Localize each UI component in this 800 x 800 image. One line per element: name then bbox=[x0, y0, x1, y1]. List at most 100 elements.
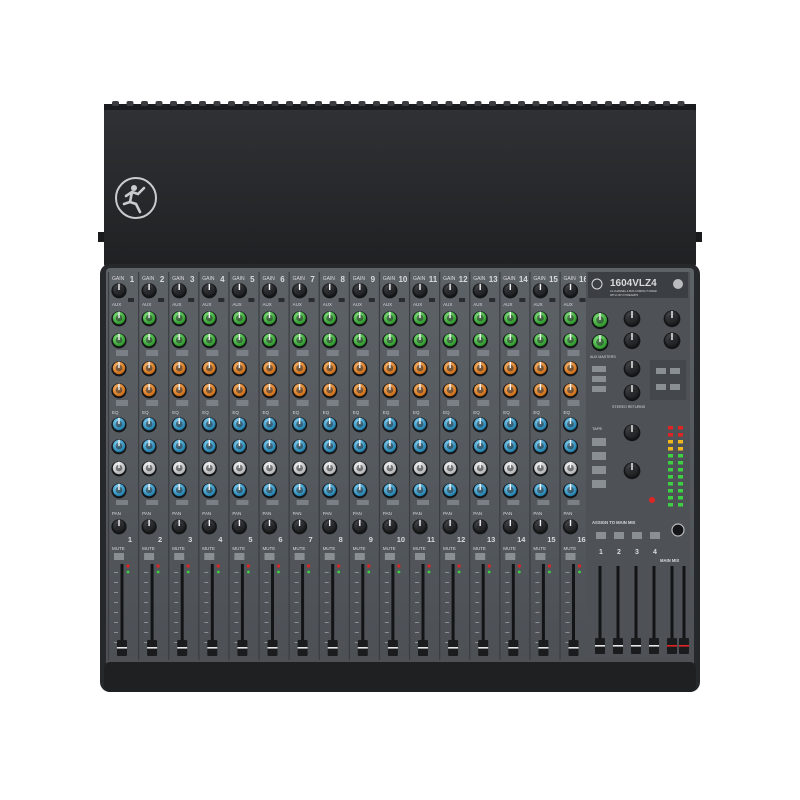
eq-high-knob[interactable] bbox=[171, 417, 187, 433]
eq-low-knob[interactable] bbox=[231, 483, 247, 499]
mute-button[interactable] bbox=[204, 553, 215, 560]
gain-knob[interactable] bbox=[141, 283, 157, 299]
eq-mid-knob[interactable] bbox=[442, 439, 458, 455]
aux-switch[interactable] bbox=[592, 376, 606, 382]
mute-button[interactable] bbox=[475, 553, 486, 560]
eq-freq-knob[interactable] bbox=[261, 461, 278, 477]
aux-green-knob-1[interactable] bbox=[472, 311, 488, 327]
subgroup-fader[interactable] bbox=[613, 638, 623, 654]
pan-knob[interactable] bbox=[322, 519, 338, 535]
aux-green-knob-2[interactable] bbox=[292, 333, 308, 349]
eq-low-knob[interactable] bbox=[382, 483, 398, 499]
mute-button[interactable] bbox=[114, 553, 124, 560]
eq-mid-knob[interactable] bbox=[412, 439, 428, 455]
aux-orange-knob-1[interactable] bbox=[442, 361, 458, 377]
gain-knob[interactable] bbox=[201, 283, 217, 299]
aux-green-knob-1[interactable] bbox=[382, 311, 398, 327]
eq-high-knob[interactable] bbox=[141, 417, 157, 433]
aux-orange-knob-1[interactable] bbox=[322, 361, 338, 377]
aux-orange-knob-1[interactable] bbox=[502, 361, 518, 377]
eq-freq-knob[interactable] bbox=[412, 461, 428, 477]
gain-knob[interactable] bbox=[171, 283, 187, 299]
subgroup-assign-button[interactable] bbox=[614, 532, 624, 539]
aux-orange-knob-2[interactable] bbox=[562, 383, 579, 399]
gain-knob[interactable] bbox=[322, 283, 338, 299]
aux-green-knob-1[interactable] bbox=[111, 311, 127, 327]
aux-green-knob-1[interactable] bbox=[261, 311, 278, 327]
pan-knob[interactable] bbox=[292, 519, 308, 535]
eq-low-knob[interactable] bbox=[412, 483, 428, 499]
pan-knob[interactable] bbox=[141, 519, 157, 535]
eq-high-knob[interactable] bbox=[201, 417, 217, 433]
eq-mid-knob[interactable] bbox=[472, 439, 488, 455]
subgroup-assign-button[interactable] bbox=[596, 532, 606, 539]
eq-freq-knob[interactable] bbox=[352, 461, 368, 477]
aux-switch[interactable] bbox=[592, 366, 606, 372]
eq-mid-knob[interactable] bbox=[532, 439, 549, 455]
eq-high-knob[interactable] bbox=[382, 417, 398, 433]
eq-low-knob[interactable] bbox=[472, 483, 488, 499]
aux-return-knob-2[interactable] bbox=[663, 332, 681, 350]
channel-fader[interactable] bbox=[117, 640, 127, 656]
pan-knob[interactable] bbox=[382, 519, 398, 535]
return-switch-2[interactable] bbox=[670, 368, 680, 374]
subgroup-fader[interactable] bbox=[595, 638, 605, 654]
channel-fader[interactable] bbox=[267, 640, 278, 656]
eq-low-knob[interactable] bbox=[442, 483, 458, 499]
eq-low-knob[interactable] bbox=[532, 483, 549, 499]
aux-master-knob-1[interactable] bbox=[591, 312, 609, 330]
mute-button[interactable] bbox=[445, 553, 456, 560]
aux-green-knob-1[interactable] bbox=[322, 311, 338, 327]
aux-green-knob-1[interactable] bbox=[231, 311, 247, 327]
aux-green-knob-1[interactable] bbox=[141, 311, 157, 327]
main-mix-fader[interactable] bbox=[667, 638, 677, 654]
eq-freq-knob[interactable] bbox=[502, 461, 518, 477]
aux-orange-knob-2[interactable] bbox=[352, 383, 368, 399]
aux-green-knob-2[interactable] bbox=[352, 333, 368, 349]
aux-orange-knob-2[interactable] bbox=[502, 383, 518, 399]
eq-mid-knob[interactable] bbox=[141, 439, 157, 455]
pan-knob[interactable] bbox=[502, 519, 518, 535]
eq-high-knob[interactable] bbox=[562, 417, 579, 433]
gain-knob[interactable] bbox=[352, 283, 368, 299]
pan-knob[interactable] bbox=[231, 519, 247, 535]
main-mix-fader[interactable] bbox=[679, 638, 689, 654]
aux-orange-knob-2[interactable] bbox=[442, 383, 458, 399]
aux-green-knob-2[interactable] bbox=[472, 333, 488, 349]
return-switch-4[interactable] bbox=[670, 384, 680, 390]
aux-orange-knob-2[interactable] bbox=[322, 383, 338, 399]
eq-high-knob[interactable] bbox=[532, 417, 549, 433]
aux-orange-knob-2[interactable] bbox=[412, 383, 428, 399]
aux-green-knob-2[interactable] bbox=[532, 333, 549, 349]
aux-orange-knob-1[interactable] bbox=[261, 361, 278, 377]
eq-high-knob[interactable] bbox=[442, 417, 458, 433]
channel-fader[interactable] bbox=[177, 640, 188, 656]
aux-orange-knob-1[interactable] bbox=[412, 361, 428, 377]
mute-button[interactable] bbox=[144, 553, 155, 560]
aux-green-knob-2[interactable] bbox=[442, 333, 458, 349]
pan-knob[interactable] bbox=[562, 519, 579, 535]
aux-orange-knob-1[interactable] bbox=[141, 361, 157, 377]
aux-orange-knob-1[interactable] bbox=[562, 361, 579, 377]
gain-knob[interactable] bbox=[472, 283, 488, 299]
eq-low-knob[interactable] bbox=[322, 483, 338, 499]
eq-low-knob[interactable] bbox=[352, 483, 368, 499]
aux-green-knob-2[interactable] bbox=[502, 333, 518, 349]
gain-knob[interactable] bbox=[292, 283, 308, 299]
aux-master-knob-3[interactable] bbox=[623, 310, 641, 328]
eq-freq-knob[interactable] bbox=[292, 461, 308, 477]
eq-freq-knob[interactable] bbox=[562, 461, 579, 477]
eq-high-knob[interactable] bbox=[502, 417, 518, 433]
aux-orange-knob-2[interactable] bbox=[201, 383, 217, 399]
channel-fader[interactable] bbox=[237, 640, 248, 656]
eq-low-knob[interactable] bbox=[562, 483, 579, 499]
eq-mid-knob[interactable] bbox=[261, 439, 278, 455]
aux-green-knob-2[interactable] bbox=[141, 333, 157, 349]
gain-knob[interactable] bbox=[412, 283, 428, 299]
gain-knob[interactable] bbox=[382, 283, 398, 299]
eq-low-knob[interactable] bbox=[502, 483, 518, 499]
channel-fader[interactable] bbox=[357, 640, 368, 656]
aux-orange-knob-1[interactable] bbox=[292, 361, 308, 377]
aux-orange-knob-2[interactable] bbox=[231, 383, 247, 399]
eq-freq-knob[interactable] bbox=[322, 461, 338, 477]
